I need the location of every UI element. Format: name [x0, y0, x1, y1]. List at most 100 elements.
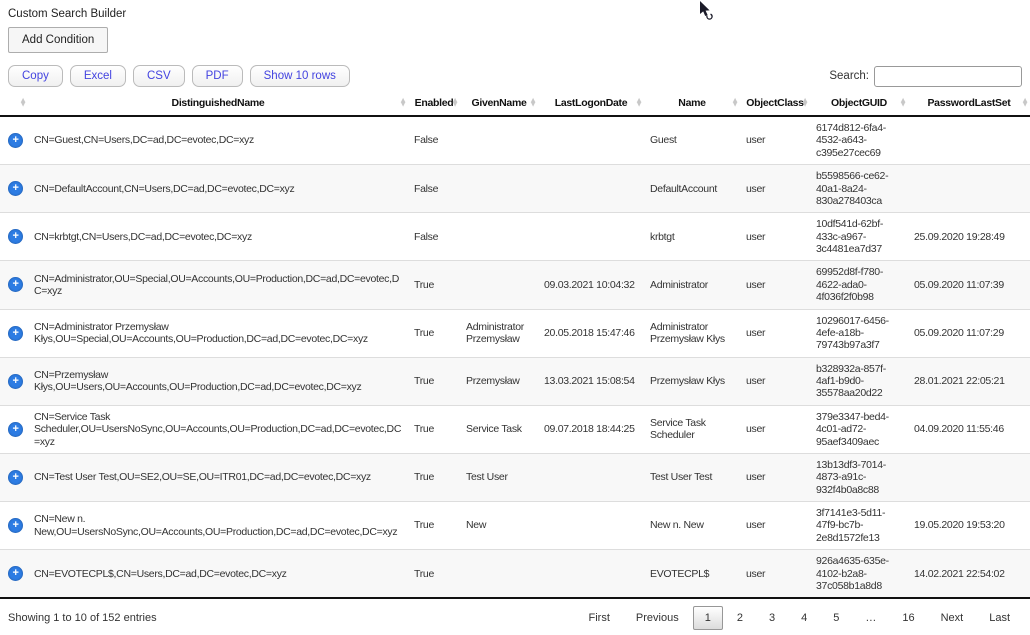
- results-table: ▲▼ DistinguishedName▲▼ Enabled▲▼ GivenNa…: [0, 91, 1030, 597]
- cell-distinguishedname: CN=Guest,CN=Users,DC=ad,DC=evotec,DC=xyz: [28, 116, 408, 165]
- cell-lastlogondate: [538, 213, 644, 261]
- column-header[interactable]: DistinguishedName▲▼: [28, 91, 408, 116]
- cell-objectclass: user: [740, 309, 810, 357]
- export-button[interactable]: Show 10 rows: [250, 65, 350, 87]
- expand-row-icon[interactable]: +: [8, 422, 23, 437]
- cell-givenname: Przemysław: [460, 357, 538, 405]
- cell-passwordlastset: [908, 116, 1030, 165]
- sort-arrows-icon[interactable]: ▲▼: [529, 99, 537, 108]
- cell-name: Guest: [644, 116, 740, 165]
- cell-passwordlastset: 14.02.2021 22:54:02: [908, 550, 1030, 598]
- cell-lastlogondate: [538, 165, 644, 213]
- sort-arrows-icon[interactable]: ▲▼: [801, 99, 809, 108]
- search-input[interactable]: [874, 66, 1022, 87]
- cell-lastlogondate: 09.07.2018 18:44:25: [538, 405, 644, 453]
- sort-arrows-icon[interactable]: ▲▼: [19, 99, 27, 108]
- column-header[interactable]: PasswordLastSet▲▼: [908, 91, 1030, 116]
- column-header[interactable]: GivenName▲▼: [460, 91, 538, 116]
- cell-objectguid: 379e3347-bed4-4c01-ad72-95aef3409aec: [810, 405, 908, 453]
- cell-name: Administrator Przemysław Kłys: [644, 309, 740, 357]
- expand-row-icon[interactable]: +: [8, 133, 23, 148]
- cell-lastlogondate: [538, 116, 644, 165]
- expand-row-icon[interactable]: +: [8, 518, 23, 533]
- expand-row-icon[interactable]: +: [8, 229, 23, 244]
- cell-givenname: [460, 213, 538, 261]
- cell-name: DefaultAccount: [644, 165, 740, 213]
- cell-distinguishedname: CN=krbtgt,CN=Users,DC=ad,DC=evotec,DC=xy…: [28, 213, 408, 261]
- cell-objectguid: b328932a-857f-4af1-b9d0-35578aa20d22: [810, 357, 908, 405]
- control-column-header: ▲▼: [0, 91, 28, 116]
- cell-givenname: Test User: [460, 453, 538, 501]
- cell-givenname: Service Task: [460, 405, 538, 453]
- sort-arrows-icon[interactable]: ▲▼: [399, 99, 407, 108]
- cell-objectclass: user: [740, 453, 810, 501]
- cell-objectguid: 13b13df3-7014-4873-a91c-932f4b0a8c88: [810, 453, 908, 501]
- sort-arrows-icon[interactable]: ▲▼: [731, 99, 739, 108]
- cell-name: Service Task Scheduler: [644, 405, 740, 453]
- column-header[interactable]: LastLogonDate▲▼: [538, 91, 644, 116]
- entries-info: Showing 1 to 10 of 152 entries: [8, 612, 157, 624]
- cell-objectclass: user: [740, 165, 810, 213]
- cell-distinguishedname: CN=Test User Test,OU=SE2,OU=SE,OU=ITR01,…: [28, 453, 408, 501]
- cell-givenname: [460, 550, 538, 598]
- cell-objectclass: user: [740, 213, 810, 261]
- column-header[interactable]: ObjectGUID▲▼: [810, 91, 908, 116]
- cell-distinguishedname: CN=New n. New,OU=UsersNoSync,OU=Accounts…: [28, 502, 408, 550]
- cell-objectclass: user: [740, 550, 810, 598]
- cell-objectguid: 3f7141e3-5d11-47f9-bc7b-2e8d1572fe13: [810, 502, 908, 550]
- export-buttons: Copy Excel CSV PDF Show 10 rows: [8, 65, 357, 87]
- search-label: Search:: [829, 70, 869, 82]
- cell-enabled: False: [408, 165, 460, 213]
- sort-arrows-icon[interactable]: ▲▼: [451, 99, 459, 108]
- cell-passwordlastset: 25.09.2020 19:28:49: [908, 213, 1030, 261]
- table-row: + CN=EVOTECPL$,CN=Users,DC=ad,DC=evotec,…: [0, 550, 1030, 598]
- cell-name: Test User Test: [644, 453, 740, 501]
- table-header: ▲▼ DistinguishedName▲▼ Enabled▲▼ GivenNa…: [0, 91, 1030, 116]
- export-button[interactable]: Excel: [70, 65, 126, 87]
- column-header[interactable]: Enabled▲▼: [408, 91, 460, 116]
- cell-distinguishedname: CN=Przemysław Kłys,OU=Users,OU=Accounts,…: [28, 357, 408, 405]
- export-button[interactable]: Copy: [8, 65, 63, 87]
- table-row: + CN=Przemysław Kłys,OU=Users,OU=Account…: [0, 357, 1030, 405]
- table-row: + CN=New n. New,OU=UsersNoSync,OU=Accoun…: [0, 502, 1030, 550]
- table-row: + CN=DefaultAccount,CN=Users,DC=ad,DC=ev…: [0, 165, 1030, 213]
- sort-arrows-icon[interactable]: ▲▼: [1021, 99, 1029, 108]
- cell-passwordlastset: 05.09.2020 11:07:39: [908, 261, 1030, 309]
- cell-objectguid: b5598566-ce62-40a1-8a24-830a278403ca: [810, 165, 908, 213]
- expand-row-icon[interactable]: +: [8, 470, 23, 485]
- cell-distinguishedname: CN=Administrator Przemysław Kłys,OU=Spec…: [28, 309, 408, 357]
- table-row: + CN=krbtgt,CN=Users,DC=ad,DC=evotec,DC=…: [0, 213, 1030, 261]
- sort-arrows-icon[interactable]: ▲▼: [899, 99, 907, 108]
- cell-passwordlastset: [908, 453, 1030, 501]
- sort-arrows-icon[interactable]: ▲▼: [635, 99, 643, 108]
- column-header[interactable]: ObjectClass▲▼: [740, 91, 810, 116]
- cell-objectclass: user: [740, 261, 810, 309]
- expand-row-icon[interactable]: +: [8, 181, 23, 196]
- cell-objectguid: 926a4635-635e-4102-b2a8-37c058b1a8d8: [810, 550, 908, 598]
- add-condition-button[interactable]: Add Condition: [8, 27, 108, 53]
- cell-enabled: True: [408, 309, 460, 357]
- column-header[interactable]: Name▲▼: [644, 91, 740, 116]
- table-row: + CN=Test User Test,OU=SE2,OU=SE,OU=ITR0…: [0, 453, 1030, 501]
- expand-row-icon[interactable]: +: [8, 326, 23, 341]
- cell-objectclass: user: [740, 116, 810, 165]
- cell-enabled: True: [408, 405, 460, 453]
- export-button[interactable]: PDF: [192, 65, 243, 87]
- cell-givenname: [460, 261, 538, 309]
- export-button[interactable]: CSV: [133, 65, 185, 87]
- table-body: + CN=Guest,CN=Users,DC=ad,DC=evotec,DC=x…: [0, 116, 1030, 597]
- cell-givenname: [460, 116, 538, 165]
- search-container: Search:: [829, 66, 1022, 87]
- cell-enabled: True: [408, 453, 460, 501]
- page-title: Custom Search Builder: [8, 8, 1030, 20]
- expand-row-icon[interactable]: +: [8, 566, 23, 581]
- cell-passwordlastset: 05.09.2020 11:07:29: [908, 309, 1030, 357]
- cell-objectguid: 10df541d-62bf-433c-a967-3c4481ea7d37: [810, 213, 908, 261]
- expand-row-icon[interactable]: +: [8, 277, 23, 292]
- expand-row-icon[interactable]: +: [8, 374, 23, 389]
- cell-name: New n. New: [644, 502, 740, 550]
- cell-lastlogondate: 13.03.2021 15:08:54: [538, 357, 644, 405]
- cell-passwordlastset: 28.01.2021 22:05:21: [908, 357, 1030, 405]
- cell-distinguishedname: CN=Service Task Scheduler,OU=UsersNoSync…: [28, 405, 408, 453]
- table-row: + CN=Administrator,OU=Special,OU=Account…: [0, 261, 1030, 309]
